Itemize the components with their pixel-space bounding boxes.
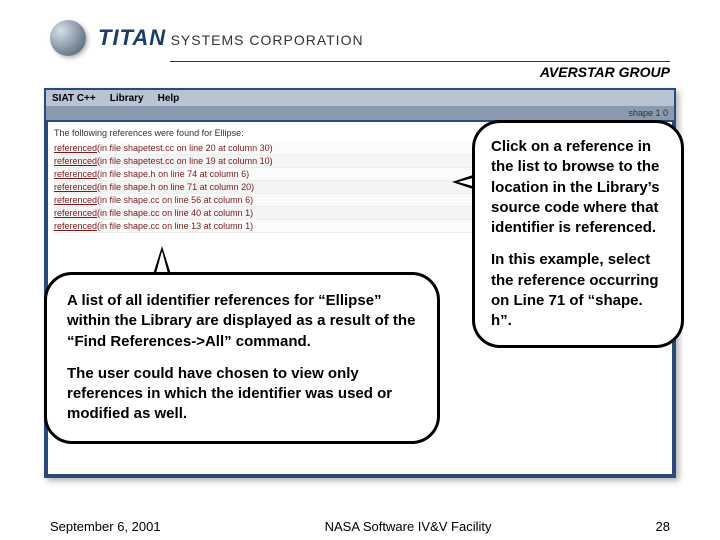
menu-siat[interactable]: SIAT C++ — [52, 93, 96, 104]
menu-help[interactable]: Help — [158, 93, 180, 104]
ref-link[interactable]: referenced — [54, 182, 97, 192]
averstar-group-label: AVERSTAR GROUP — [540, 64, 670, 80]
ref-detail: (in file shape.h on line 74 at column 6) — [97, 169, 249, 179]
ref-detail: (in file shapetest.cc on line 19 at colu… — [97, 156, 273, 166]
logo-text: TITAN SYSTEMS CORPORATION — [98, 25, 364, 51]
ref-link[interactable]: referenced — [54, 156, 97, 166]
logo-systems: SYSTEMS CORPORATION — [171, 32, 364, 48]
ref-detail: (in file shape.h on line 71 at column 20… — [97, 182, 254, 192]
globe-icon — [50, 20, 86, 56]
footer-date: September 6, 2001 — [50, 519, 161, 534]
ref-link[interactable]: referenced — [54, 208, 97, 218]
callout-left-p2: The user could have chosen to view only … — [67, 364, 417, 425]
slide-footer: September 6, 2001 NASA Software IV&V Fac… — [50, 519, 670, 534]
slide-header: TITAN SYSTEMS CORPORATION — [50, 18, 670, 58]
callout-right-p2: In this example, select the reference oc… — [491, 250, 665, 331]
location-bar: shape 1 0 — [46, 106, 674, 120]
ref-detail: (in file shape.cc on line 56 at column 6… — [97, 195, 253, 205]
location-hint: shape 1 0 — [628, 108, 668, 118]
footer-center: NASA Software IV&V Facility — [325, 519, 492, 534]
ref-detail: (in file shapetest.cc on line 20 at colu… — [97, 143, 273, 153]
callout-left: A list of all identifier references for … — [44, 272, 440, 444]
ref-link[interactable]: referenced — [54, 195, 97, 205]
callout-right: Click on a reference in the list to brow… — [472, 120, 684, 348]
footer-page: 28 — [656, 519, 670, 534]
ref-link[interactable]: referenced — [54, 169, 97, 179]
callout-left-p1: A list of all identifier references for … — [67, 291, 417, 352]
menubar: SIAT C++ Library Help — [46, 90, 674, 106]
ref-detail: (in file shape.cc on line 13 at column 1… — [97, 221, 253, 231]
ref-detail: (in file shape.cc on line 40 at column 1… — [97, 208, 253, 218]
logo-titan: TITAN — [98, 25, 166, 50]
menu-library[interactable]: Library — [110, 93, 144, 104]
ref-link[interactable]: referenced — [54, 143, 97, 153]
header-underline — [170, 61, 670, 62]
callout-right-p1: Click on a reference in the list to brow… — [491, 137, 665, 238]
ref-link[interactable]: referenced — [54, 221, 97, 231]
